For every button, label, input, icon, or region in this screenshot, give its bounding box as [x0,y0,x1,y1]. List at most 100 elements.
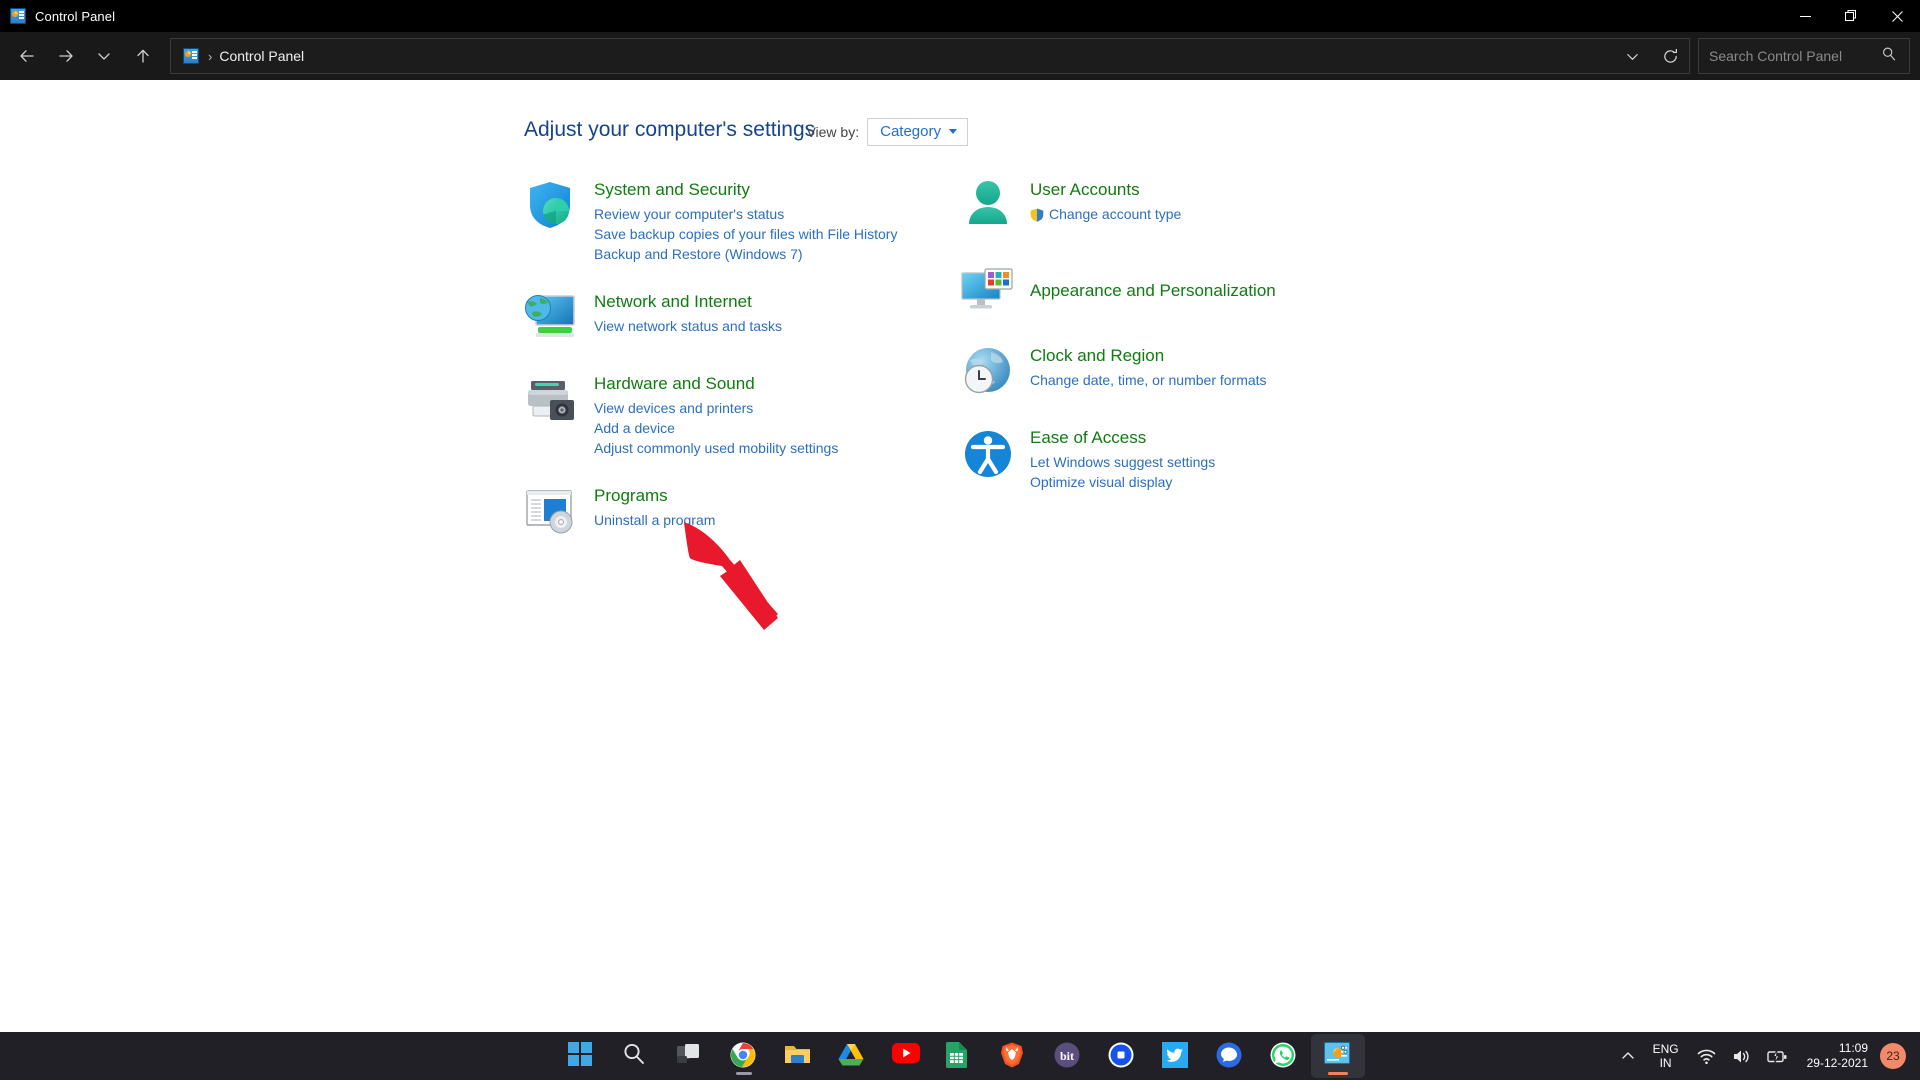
category-sublink[interactable]: View network status and tasks [594,316,782,336]
category-sublink[interactable]: Save backup copies of your files with Fi… [594,224,897,244]
address-chevron-down-icon[interactable] [1613,39,1651,73]
user-account-icon[interactable] [960,178,1016,234]
refresh-icon[interactable] [1651,39,1689,73]
window-title: Control Panel [35,8,116,24]
category-sublink[interactable]: Add a device [594,418,838,438]
programs-disc-icon[interactable] [524,484,580,540]
twitter-icon [1162,1042,1190,1070]
system-tray: ENG IN 11:09 29-12-2021 23 [1613,1032,1920,1080]
category-sublink-label: Change account type [1049,206,1182,222]
network-globe-icon[interactable] [524,290,580,346]
whatsapp-icon [1270,1042,1298,1070]
whatsapp-taskbar-button[interactable] [1257,1034,1311,1078]
category-title-link[interactable]: User Accounts [1030,179,1140,201]
security-shield-icon[interactable] [524,178,580,234]
category-title-link[interactable]: Ease of Access [1030,427,1146,449]
search-input[interactable]: Search Control Panel [1698,38,1910,74]
google-sheets-icon [946,1042,974,1070]
clock-region-icon[interactable] [960,344,1016,400]
search-icon [1881,46,1897,67]
coinbase-taskbar-button[interactable] [1095,1034,1149,1078]
printer-icon[interactable] [524,372,580,428]
category-sublink[interactable]: View devices and printers [594,398,838,418]
category-sublink-uninstall[interactable]: Uninstall a program [594,510,715,530]
search-taskbar-button[interactable] [609,1034,663,1078]
view-by-control: View by: Category [806,118,968,146]
search-icon [622,1042,650,1070]
category-sublink[interactable]: Adjust commonly used mobility settings [594,438,838,458]
category-sublink[interactable]: Optimize visual display [1030,472,1215,492]
category-ease-of-access: Ease of Access Let Windows suggest setti… [960,426,1390,492]
recent-locations-chevron-down-icon[interactable] [85,38,124,74]
up-arrow-icon[interactable] [124,38,163,74]
language-indicator[interactable]: ENG IN [1643,1036,1689,1076]
start-button[interactable] [555,1034,609,1078]
category-appearance-and-personalization: Appearance and Personalization [960,264,1390,320]
category-title-link[interactable]: Clock and Region [1030,345,1164,367]
folder-icon [784,1042,812,1070]
category-title-link[interactable]: Network and Internet [594,291,752,313]
forward-arrow-icon[interactable] [47,38,86,74]
active-indicator [1328,1072,1348,1075]
clock-time: 11:09 [1838,1041,1868,1055]
task-view-icon [676,1042,704,1070]
battery-charging-icon[interactable] [1759,1036,1797,1076]
task-view-button[interactable] [663,1034,717,1078]
category-user-accounts: User Accounts Change account type [960,178,1390,234]
category-title-link[interactable]: Appearance and Personalization [1030,280,1276,302]
youtube-taskbar-button[interactable] [879,1034,933,1078]
category-sublink[interactable]: Backup and Restore (Windows 7) [594,244,897,264]
category-title-link[interactable]: Hardware and Sound [594,373,755,395]
notification-badge[interactable]: 23 [1880,1043,1906,1069]
category-programs: Programs Uninstall a program [524,484,954,540]
category-sublink[interactable]: Let Windows suggest settings [1030,452,1215,472]
bit-taskbar-button[interactable]: bit [1041,1034,1095,1078]
display-personalization-icon[interactable] [960,264,1016,320]
language-line-2: IN [1659,1056,1672,1070]
file-explorer-taskbar-button[interactable] [771,1034,825,1078]
wifi-icon[interactable] [1689,1036,1724,1076]
category-hardware-and-sound: Hardware and Sound View devices and prin… [524,372,954,458]
taskbar: bit ENG IN 11:09 29-12-2021 23 [0,1032,1920,1080]
chrome-taskbar-button[interactable] [717,1034,771,1078]
category-sublink[interactable]: Change date, time, or number formats [1030,370,1267,390]
clock[interactable]: 11:09 29-12-2021 [1797,1036,1876,1076]
control-panel-icon [10,8,26,24]
tray-overflow-chevron-up-icon[interactable] [1613,1036,1643,1076]
windows-logo-icon [568,1042,596,1070]
google-drive-taskbar-button[interactable] [825,1034,879,1078]
close-button[interactable] [1874,0,1920,32]
minimize-button[interactable] [1782,0,1828,32]
control-panel-icon [1324,1042,1352,1070]
search-placeholder: Search Control Panel [1709,48,1843,64]
page-title: Adjust your computer's settings [524,118,816,141]
clock-date: 29-12-2021 [1806,1056,1868,1070]
volume-icon[interactable] [1724,1036,1759,1076]
google-sheets-taskbar-button[interactable] [933,1034,987,1078]
category-system-and-security: System and Security Review your computer… [524,178,954,264]
breadcrumb-separator: › [208,48,213,64]
svg-text:bit: bit [1060,1049,1074,1063]
control-panel-taskbar-button[interactable] [1311,1034,1365,1078]
category-title-link[interactable]: Programs [594,485,668,507]
ease-of-access-icon[interactable] [960,426,1016,482]
window-title-bar: Control Panel [0,0,1920,32]
category-title-link[interactable]: System and Security [594,179,750,201]
address-bar[interactable]: › Control Panel [170,38,1690,74]
view-by-dropdown[interactable]: Category [867,118,968,146]
category-sublink-change-account-type[interactable]: Change account type [1030,204,1181,224]
brave-lion-icon [1000,1042,1028,1070]
maximize-restore-button[interactable] [1828,0,1874,32]
back-arrow-icon[interactable] [8,38,47,74]
category-column-left: System and Security Review your computer… [524,178,954,566]
view-by-label: View by: [806,124,860,140]
signal-taskbar-button[interactable] [1203,1034,1257,1078]
brave-taskbar-button[interactable] [987,1034,1041,1078]
category-sublink[interactable]: Review your computer's status [594,204,897,224]
address-control-panel-icon [183,48,199,64]
google-drive-icon [838,1042,866,1070]
uac-shield-icon [1030,207,1044,222]
navigation-bar: › Control Panel Search Control Panel [0,32,1920,80]
twitter-taskbar-button[interactable] [1149,1034,1203,1078]
coinbase-icon [1108,1042,1136,1070]
